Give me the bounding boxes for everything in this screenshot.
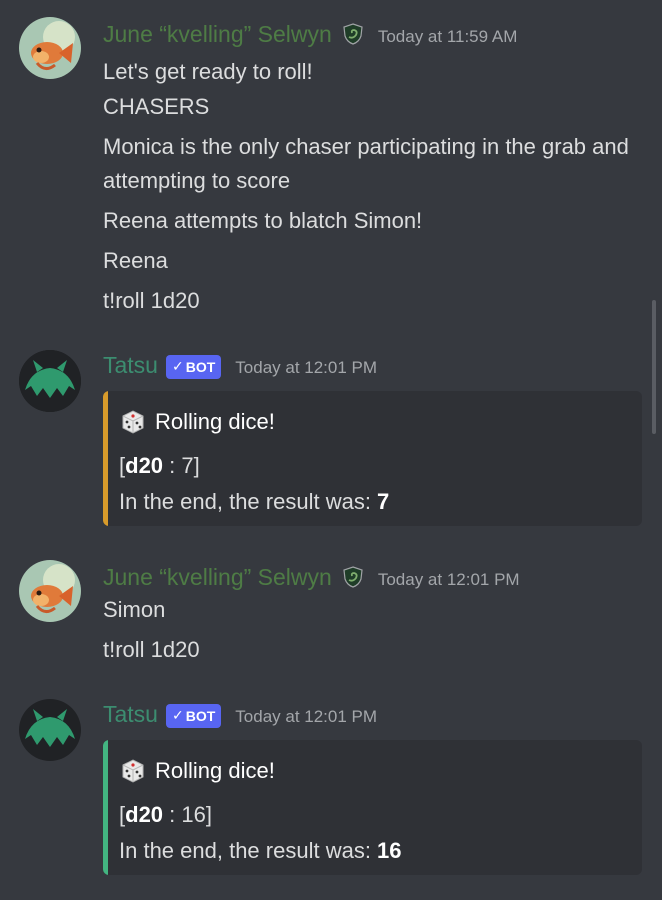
author-name[interactable]: Tatsu bbox=[103, 352, 158, 379]
embed-title: Rolling dice! bbox=[119, 408, 275, 436]
embed-accent-bar bbox=[103, 391, 108, 526]
bot-badge-label: BOT bbox=[185, 358, 216, 375]
roll-result: In the end, the result was: 16 bbox=[119, 838, 402, 863]
author-name[interactable]: June “kvelling” Selwyn bbox=[103, 564, 332, 591]
timestamp: Today at 12:01 PM bbox=[377, 570, 520, 589]
message-line: Monica is the only chaser participating … bbox=[103, 134, 629, 193]
tatsu-avatar-icon[interactable] bbox=[19, 350, 81, 412]
author-name[interactable]: June “kvelling” Selwyn bbox=[103, 21, 332, 48]
message-line: Reena bbox=[103, 248, 168, 273]
message-line: t!roll 1d20 bbox=[103, 288, 200, 313]
dice-embed: Rolling dice! [d20 : 16] In the end, the… bbox=[103, 740, 642, 875]
embed-accent-bar bbox=[103, 740, 108, 875]
message-line: Simon bbox=[103, 597, 166, 622]
message-line: CHASERS bbox=[103, 94, 210, 119]
dice-embed: Rolling dice! [d20 : 7] In the end, the … bbox=[103, 391, 642, 526]
message-line: Let's get ready to roll! bbox=[103, 59, 313, 84]
game-die-icon bbox=[119, 757, 147, 785]
goldfish-avatar-icon[interactable] bbox=[19, 560, 81, 622]
roll-detail: [d20 : 7] bbox=[119, 453, 200, 478]
bot-badge: ✓ BOT bbox=[165, 703, 222, 728]
roll-detail: [d20 : 16] bbox=[119, 802, 212, 827]
slytherin-crest-icon bbox=[342, 566, 364, 588]
checkmark-icon: ✓ bbox=[171, 358, 184, 374]
timestamp: Today at 12:01 PM bbox=[235, 707, 378, 726]
timestamp: Today at 11:59 AM bbox=[377, 27, 518, 46]
slytherin-crest-icon bbox=[342, 23, 364, 45]
scrollbar[interactable] bbox=[652, 300, 656, 434]
bot-badge-label: BOT bbox=[185, 707, 216, 724]
roll-result: In the end, the result was: 7 bbox=[119, 489, 390, 514]
embed-title: Rolling dice! bbox=[119, 757, 275, 785]
timestamp: Today at 12:01 PM bbox=[235, 358, 378, 377]
goldfish-avatar-icon[interactable] bbox=[19, 17, 81, 79]
message-line: t!roll 1d20 bbox=[103, 637, 200, 662]
tatsu-avatar-icon[interactable] bbox=[19, 699, 81, 761]
message-line: Reena attempts to blatch Simon! bbox=[103, 208, 423, 233]
author-name[interactable]: Tatsu bbox=[103, 701, 158, 728]
game-die-icon bbox=[119, 408, 147, 436]
checkmark-icon: ✓ bbox=[171, 707, 184, 723]
bot-badge: ✓ BOT bbox=[165, 354, 222, 379]
